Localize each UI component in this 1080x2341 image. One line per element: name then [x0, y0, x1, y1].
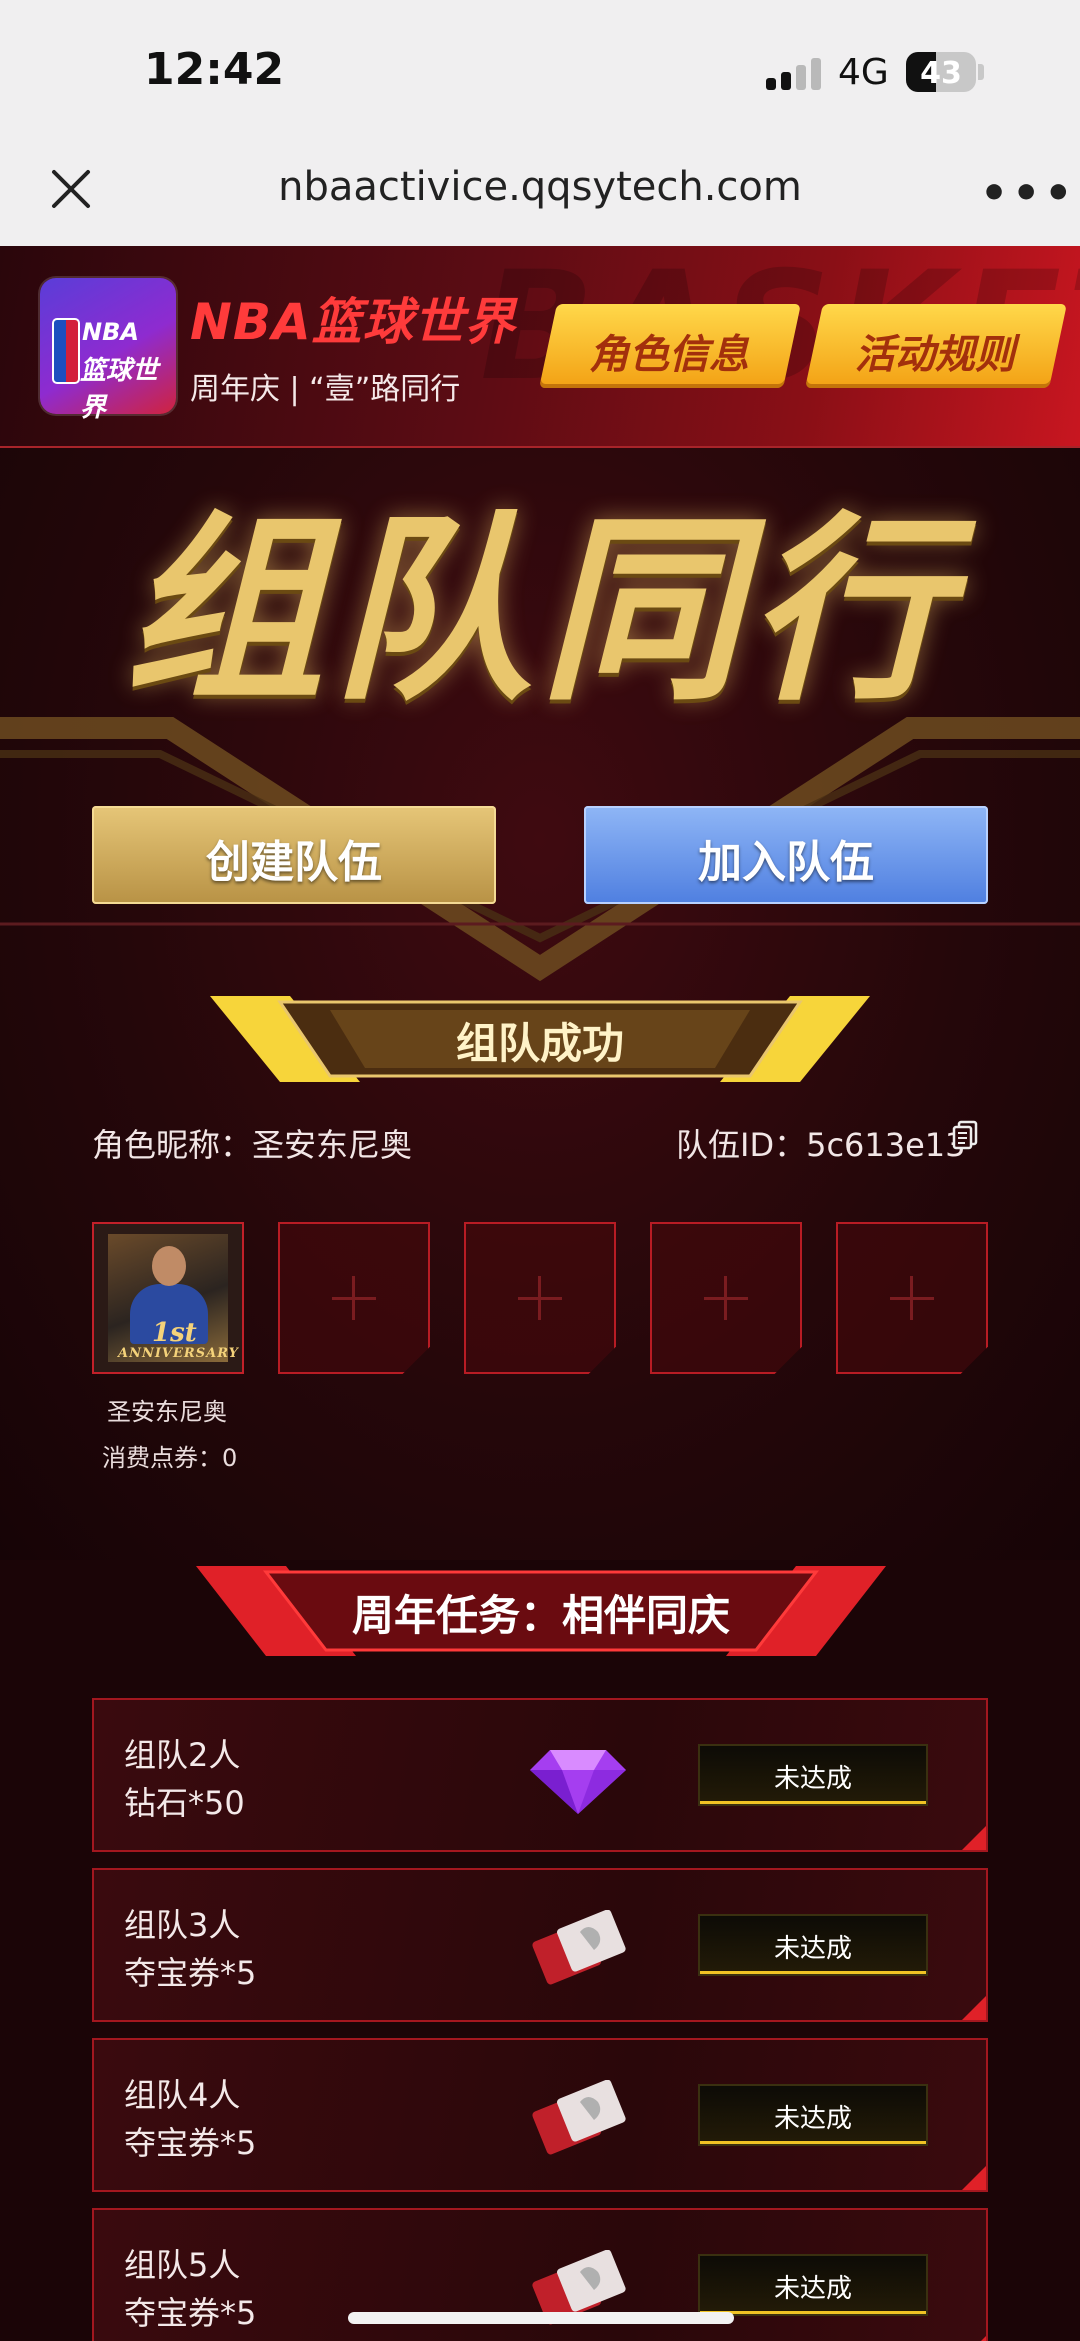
diamond-icon	[530, 1750, 626, 1814]
nba-shield-icon	[52, 318, 80, 384]
card-corner	[962, 2166, 986, 2190]
card-corner	[962, 1826, 986, 1850]
ticket-icon	[532, 2080, 626, 2155]
battery-tip	[978, 64, 984, 80]
player-head	[152, 1246, 186, 1286]
signal-icon	[766, 58, 822, 90]
task-status-label: 未达成	[773, 1764, 852, 1794]
team-success-banner: 组队成功	[210, 996, 870, 1082]
task-status-button[interactable]: 未达成	[698, 1914, 928, 1976]
card-corner	[962, 1996, 986, 2020]
task-title: 组队3人	[124, 1906, 241, 1944]
network-label: 4G	[838, 52, 889, 93]
close-icon[interactable]	[46, 164, 96, 214]
member-points: 消费点券：0	[102, 1444, 238, 1472]
header-banner: BASKETBA NBA 篮球世界 NBA篮球世界 周年庆 | “壹”路同行 角…	[0, 246, 1080, 448]
status-time: 12:42	[144, 44, 285, 95]
hero-title: 组队同行	[123, 493, 956, 728]
create-team-label: 创建队伍	[206, 837, 382, 888]
task-reward: 夺宝券*5	[124, 2124, 257, 2162]
role-nickname: 角色昵称：圣安东尼奥	[92, 1126, 413, 1164]
empty-slot[interactable]	[650, 1222, 802, 1374]
task-card: 组队4人 夺宝券*5 未达成	[92, 2038, 988, 2192]
rules-label: 活动规则	[854, 332, 1015, 378]
card-corner	[962, 2336, 986, 2341]
task-status-button[interactable]: 未达成	[698, 2084, 928, 2146]
battery-percent: 43	[920, 56, 962, 91]
brand-title: NBA篮球世界	[190, 293, 516, 351]
browser-bar: nbaactivice.qqsytech.com •••	[0, 140, 1080, 246]
task-status-label: 未达成	[773, 2104, 852, 2134]
logo-text-cn: 篮球世界	[80, 356, 159, 423]
logo-text-nba: NBA	[82, 318, 139, 346]
team-id: 队伍ID：5c613e13	[676, 1126, 966, 1164]
anniversary-badge-sub: ANNIVERSARY	[118, 1346, 239, 1361]
role-info-label: 角色信息	[588, 332, 749, 378]
battery-icon: 43	[906, 52, 976, 92]
task-reward: 钻石*50	[124, 1784, 245, 1822]
ticket-icon	[532, 1910, 626, 1985]
task-title: 组队4人	[124, 2076, 241, 2114]
anniversary-badge: 1st	[152, 1318, 197, 1348]
team-success-title: 组队成功	[455, 1019, 624, 1068]
task-status-button[interactable]: 未达成	[698, 2254, 928, 2316]
rules-button[interactable]: 活动规则	[805, 304, 1067, 388]
team-panel: 组队同行 创建队伍 加入队伍 组队成功 角色昵称：圣安东尼奥 队伍ID：5c61…	[0, 448, 1080, 1568]
task-status-button[interactable]: 未达成	[698, 1744, 928, 1806]
copy-icon[interactable]	[952, 1120, 978, 1150]
home-indicator[interactable]	[348, 2312, 734, 2324]
task-card: 组队3人 夺宝券*5 未达成	[92, 1868, 988, 2022]
empty-slot[interactable]	[836, 1222, 988, 1374]
task-reward: 夺宝券*5	[124, 2294, 257, 2332]
join-team-button[interactable]: 加入队伍	[584, 806, 988, 904]
role-info-button[interactable]: 角色信息	[539, 304, 801, 388]
empty-slot[interactable]	[464, 1222, 616, 1374]
more-icon[interactable]: •••	[980, 172, 1076, 216]
task-title: 组队5人	[124, 2246, 241, 2284]
task-status-label: 未达成	[773, 1934, 852, 1964]
create-team-button[interactable]: 创建队伍	[92, 806, 496, 904]
team-member-avatar[interactable]: 1st ANNIVERSARY	[92, 1222, 244, 1374]
empty-slot[interactable]	[278, 1222, 430, 1374]
task-card: 组队2人 钻石*50 未达成	[92, 1698, 988, 1852]
member-name: 圣安东尼奥	[107, 1398, 227, 1426]
url-text[interactable]: nbaactivice.qqsytech.com	[180, 164, 900, 210]
brand-subtitle: 周年庆 | “壹”路同行	[190, 372, 461, 407]
tasks-banner: 周年任务：相伴同庆	[196, 1566, 886, 1656]
join-team-label: 加入队伍	[698, 837, 874, 888]
status-bar: 12:42 4G 43	[0, 0, 1080, 140]
task-status-label: 未达成	[773, 2274, 852, 2304]
tasks-panel: 周年任务：相伴同庆 组队2人 钻石*50 未达成 组队3人 夺宝券*5 未达成 …	[0, 1560, 1080, 2341]
app-logo: NBA 篮球世界	[40, 278, 176, 423]
task-title: 组队2人	[124, 1736, 241, 1774]
tasks-title: 周年任务：相伴同庆	[351, 1591, 730, 1640]
task-reward: 夺宝券*5	[124, 1954, 257, 1992]
